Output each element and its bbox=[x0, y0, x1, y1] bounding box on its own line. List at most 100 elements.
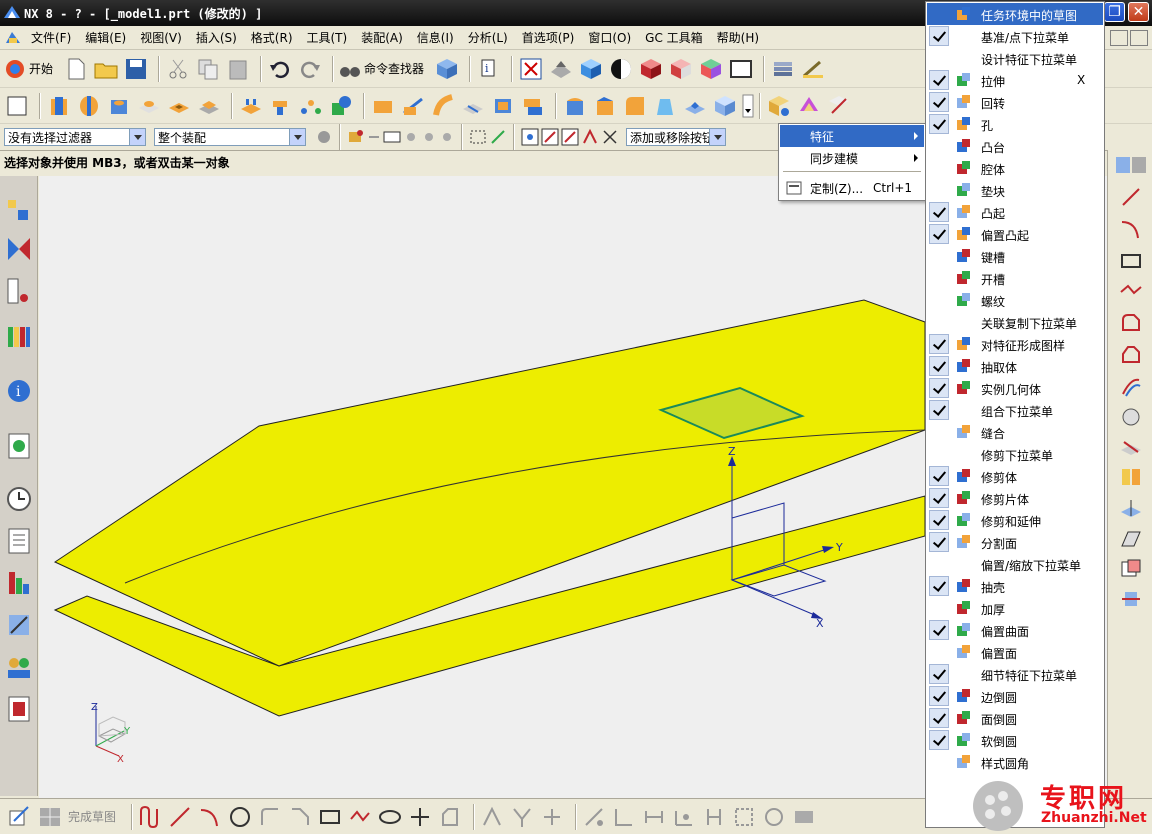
start-button[interactable]: 开始 bbox=[4, 58, 53, 80]
menu-item-customize[interactable]: 定制(Z)... Ctrl+1 bbox=[780, 177, 924, 199]
face-blend-icon[interactable] bbox=[622, 93, 648, 119]
feature-menu-item[interactable]: 回转 bbox=[927, 91, 1103, 113]
reuse-library-icon[interactable] bbox=[4, 321, 34, 351]
feature-menu-item[interactable]: 组合下拉菜单 bbox=[927, 399, 1103, 421]
unite-icon[interactable] bbox=[328, 93, 354, 119]
offset-tool-icon[interactable] bbox=[438, 805, 462, 829]
feature-menu-item[interactable]: 腔体 bbox=[927, 157, 1103, 179]
feature-menu-item[interactable]: 修剪和延伸 bbox=[927, 509, 1103, 531]
checkmark-icon[interactable] bbox=[929, 466, 949, 486]
checkmark-icon[interactable] bbox=[929, 488, 949, 508]
pocket-icon[interactable] bbox=[166, 93, 192, 119]
checkmark-icon[interactable] bbox=[929, 378, 949, 398]
new-file-icon[interactable] bbox=[63, 56, 89, 82]
inferred-constraints-icon[interactable] bbox=[792, 805, 816, 829]
quick-extend-icon[interactable] bbox=[510, 805, 534, 829]
edge-blend-icon[interactable] bbox=[562, 93, 588, 119]
save-icon[interactable] bbox=[123, 56, 149, 82]
menu-tools[interactable]: 工具(T) bbox=[300, 29, 355, 46]
snap-point-toggle-icon[interactable] bbox=[488, 127, 508, 147]
select-all-icon[interactable] bbox=[382, 127, 402, 147]
display-mode-icon[interactable] bbox=[608, 56, 634, 82]
restore-window-button[interactable]: ❐ bbox=[1104, 2, 1125, 22]
feature-menu-item[interactable]: 修剪体 bbox=[927, 465, 1103, 487]
paste-icon[interactable] bbox=[225, 56, 251, 82]
open-folder-icon[interactable] bbox=[93, 56, 119, 82]
mirror-curve-icon[interactable] bbox=[1118, 464, 1144, 490]
redo-icon[interactable] bbox=[297, 56, 323, 82]
checkmark-icon[interactable] bbox=[929, 730, 949, 750]
midpoint-icon[interactable] bbox=[560, 127, 580, 147]
mdi-restore-button[interactable] bbox=[1110, 30, 1128, 46]
feature-menu-item[interactable]: 凸台 bbox=[927, 135, 1103, 157]
constraint-icon[interactable] bbox=[582, 805, 606, 829]
boss-icon[interactable] bbox=[136, 93, 162, 119]
close-window-button[interactable]: ✕ bbox=[1128, 2, 1149, 22]
rotate-view-icon[interactable] bbox=[548, 56, 574, 82]
checkmark-icon[interactable] bbox=[929, 92, 949, 112]
rectangle-select-icon[interactable] bbox=[468, 127, 488, 147]
menu-format[interactable]: 格式(R) bbox=[244, 29, 300, 46]
background-color-icon[interactable] bbox=[728, 56, 754, 82]
menu-preferences[interactable]: 首选项(P) bbox=[515, 29, 582, 46]
point-icon[interactable] bbox=[408, 805, 432, 829]
sew-icon[interactable] bbox=[370, 93, 396, 119]
constraint-navigator-icon[interactable] bbox=[4, 234, 34, 264]
palette-icon[interactable] bbox=[1114, 154, 1148, 176]
cut-icon[interactable] bbox=[165, 56, 191, 82]
menu-insert[interactable]: 插入(S) bbox=[189, 29, 244, 46]
fit-view-icon[interactable] bbox=[518, 56, 544, 82]
feature-menu-item[interactable]: 实例几何体 bbox=[927, 377, 1103, 399]
mdi-close-button[interactable] bbox=[1130, 30, 1148, 46]
feature-menu-item[interactable]: 修剪片体 bbox=[927, 487, 1103, 509]
undo-selection-icon[interactable] bbox=[366, 127, 382, 147]
menu-view[interactable]: 视图(V) bbox=[133, 29, 189, 46]
polygon-icon[interactable] bbox=[1118, 278, 1144, 304]
system-scene-icon[interactable] bbox=[4, 694, 34, 724]
checkmark-icon[interactable] bbox=[929, 224, 949, 244]
arc-icon[interactable] bbox=[1118, 216, 1144, 242]
measure-icon[interactable] bbox=[826, 93, 852, 119]
copy-icon[interactable] bbox=[195, 56, 221, 82]
layer-settings-icon[interactable] bbox=[770, 56, 796, 82]
sketch-finish-icon[interactable] bbox=[8, 805, 32, 829]
arc-tool-icon[interactable] bbox=[198, 805, 222, 829]
snap-end-icon[interactable] bbox=[402, 127, 420, 147]
divide-face-icon[interactable] bbox=[460, 93, 486, 119]
chamfer-sketch-icon[interactable] bbox=[1118, 342, 1144, 368]
checkmark-icon[interactable] bbox=[929, 400, 949, 420]
show-constraints-icon[interactable] bbox=[672, 805, 696, 829]
control-point-icon[interactable] bbox=[580, 127, 600, 147]
feature-filter-icon[interactable] bbox=[346, 127, 366, 147]
history-icon[interactable] bbox=[4, 484, 34, 514]
circle-icon[interactable] bbox=[228, 805, 252, 829]
hole-icon[interactable] bbox=[106, 93, 132, 119]
feature-menu-item[interactable]: 偏置凸起 bbox=[927, 223, 1103, 245]
assembly-icon[interactable] bbox=[766, 93, 792, 119]
checkmark-icon[interactable] bbox=[929, 202, 949, 222]
trim-body-icon[interactable] bbox=[400, 93, 426, 119]
checkmark-icon[interactable] bbox=[929, 686, 949, 706]
quick-trim-icon[interactable] bbox=[480, 805, 504, 829]
cylinder-icon[interactable] bbox=[1118, 586, 1144, 612]
chamfer-icon[interactable] bbox=[592, 93, 618, 119]
feature-menu-item[interactable]: 细节特征下拉菜单 bbox=[927, 663, 1103, 685]
add-remove-buttons-dropdown[interactable]: 添加或移除按钮 bbox=[626, 128, 726, 146]
checkmark-icon[interactable] bbox=[929, 334, 949, 354]
checkmark-icon[interactable] bbox=[929, 620, 949, 640]
feature-menu-item[interactable]: 样式圆角 bbox=[927, 751, 1103, 773]
styled-blend-icon[interactable] bbox=[712, 93, 738, 119]
feature-menu-item[interactable]: 软倒圆 bbox=[927, 729, 1103, 751]
revolve-icon[interactable] bbox=[76, 93, 102, 119]
rectangle-icon[interactable] bbox=[1118, 248, 1144, 274]
feature-menu-item[interactable]: 分割面 bbox=[927, 531, 1103, 553]
feature-menu-item[interactable]: 拉伸 X bbox=[927, 69, 1103, 91]
checkmark-icon[interactable] bbox=[929, 70, 949, 90]
feature-menu-item[interactable]: 偏置/缩放下拉菜单 bbox=[927, 553, 1103, 575]
feature-menu-item[interactable]: 面倒圆 bbox=[927, 707, 1103, 729]
menu-help[interactable]: 帮助(H) bbox=[710, 29, 766, 46]
menu-assemblies[interactable]: 装配(A) bbox=[354, 29, 410, 46]
shell-icon[interactable] bbox=[490, 93, 516, 119]
feature-menu-item[interactable]: 凸起 bbox=[927, 201, 1103, 223]
datum-plane-icon[interactable] bbox=[1118, 526, 1144, 552]
